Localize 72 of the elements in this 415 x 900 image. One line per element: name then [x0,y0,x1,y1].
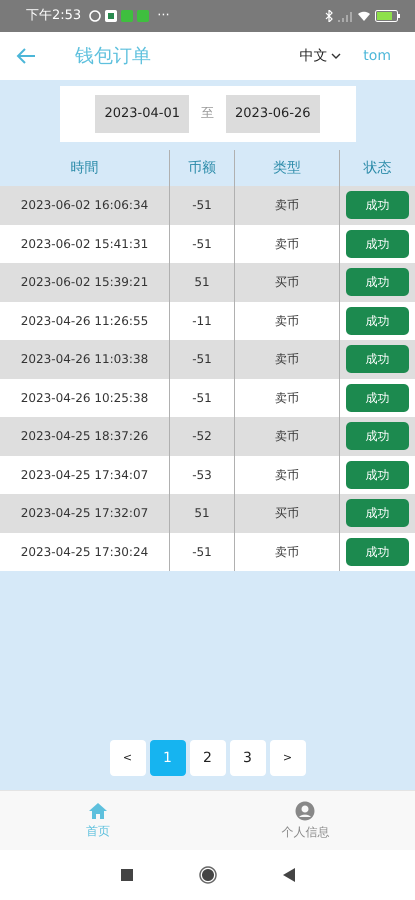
language-selector[interactable]: 中文 [299,46,342,66]
nav-tab[interactable]: 个人信息 [196,791,415,850]
table-cell-text: 2023-04-26 11:26:55 [20,312,148,330]
page-button[interactable]: 3 [230,740,266,776]
table-cell-text: -53 [192,466,212,484]
chevron-icon [331,52,342,60]
username[interactable]: tom [363,46,391,66]
table-cell-text: 51 [194,274,210,292]
recents-icon[interactable] [120,869,132,881]
table-cell-text: 卖币 [275,428,299,446]
table-cell-text: 51 [194,505,210,522]
range-separator: 至 [201,105,214,124]
end-date-field[interactable]: 2023-06-26 [226,95,320,133]
signal-icon [337,10,353,22]
prev-page-button[interactable]: < [110,740,146,776]
table-cell-text: 买币 [275,274,299,292]
back-triangle-icon[interactable] [282,868,294,882]
column-header: 类型 [273,158,301,178]
status-button[interactable]: 成功 [346,422,409,450]
table-cell-text: -51 [192,197,212,214]
column-header: 币额 [188,158,216,178]
table-cell-text: 买币 [275,505,299,522]
table-cell-text: -51 [192,236,212,253]
table-cell-text: 卖币 [275,351,299,368]
status-button[interactable]: 成功 [346,538,409,566]
table-cell-text: -51 [192,390,212,407]
app-icon [121,10,134,22]
status-button[interactable]: 成功 [346,345,409,374]
status-button[interactable]: 成功 [346,499,409,528]
home-icon [88,802,108,820]
page-button[interactable]: 2 [190,740,226,776]
status-button[interactable]: 成功 [346,306,409,335]
table-cell-text: 卖币 [275,390,299,407]
table-cell-text: 2023-04-25 17:34:07 [20,466,148,484]
table-cell-text: -52 [192,428,212,446]
status-time: 下午2:53 [26,7,82,26]
table-cell-text: 卖币 [275,312,299,330]
table-cell-text: 卖币 [275,544,299,561]
table-cell-text: 2023-06-02 15:39:21 [20,274,148,292]
table-cell-text: 2023-04-25 17:30:24 [20,544,148,561]
table-cell-text: -11 [192,312,212,330]
wifi-icon [357,10,371,22]
table-cell-text: -51 [192,351,212,368]
table-cell-text: 2023-04-25 18:37:26 [20,428,148,446]
more-indicator: ··· [157,7,170,26]
table-cell-text: 卖币 [275,236,299,253]
table-cell-text: 2023-04-26 10:25:38 [20,390,148,407]
app-icon [137,10,150,22]
status-button[interactable]: 成功 [346,191,409,220]
status-button[interactable]: 成功 [346,230,409,258]
app-icon [105,10,118,22]
table-cell-text: 卖币 [275,197,299,214]
table-cell-text: 2023-04-26 11:03:38 [20,351,148,368]
home-button-icon[interactable] [198,866,216,884]
status-button[interactable]: 成功 [346,384,409,412]
user-icon [295,800,316,820]
status-button[interactable]: 成功 [346,268,409,296]
page-title: 钱包订单 [75,44,151,69]
table-cell-text: 2023-04-25 17:32:07 [20,505,148,522]
notification-icon [89,10,102,22]
table-cell-text: 2023-06-02 15:41:31 [20,236,148,253]
table-cell-text: 2023-06-02 16:06:34 [20,197,148,214]
table-cell-text: 卖币 [275,466,299,484]
next-page-button[interactable]: > [270,740,306,776]
battery-icon [375,10,401,22]
bluetooth-icon [325,10,333,22]
status-button[interactable]: 成功 [346,460,409,489]
start-date-field[interactable]: 2023-04-01 [95,95,189,133]
column-header: 状态 [364,158,392,178]
column-header: 時間 [70,158,98,178]
page-button[interactable]: 1 [150,740,186,776]
table-cell-text: -51 [192,544,212,561]
